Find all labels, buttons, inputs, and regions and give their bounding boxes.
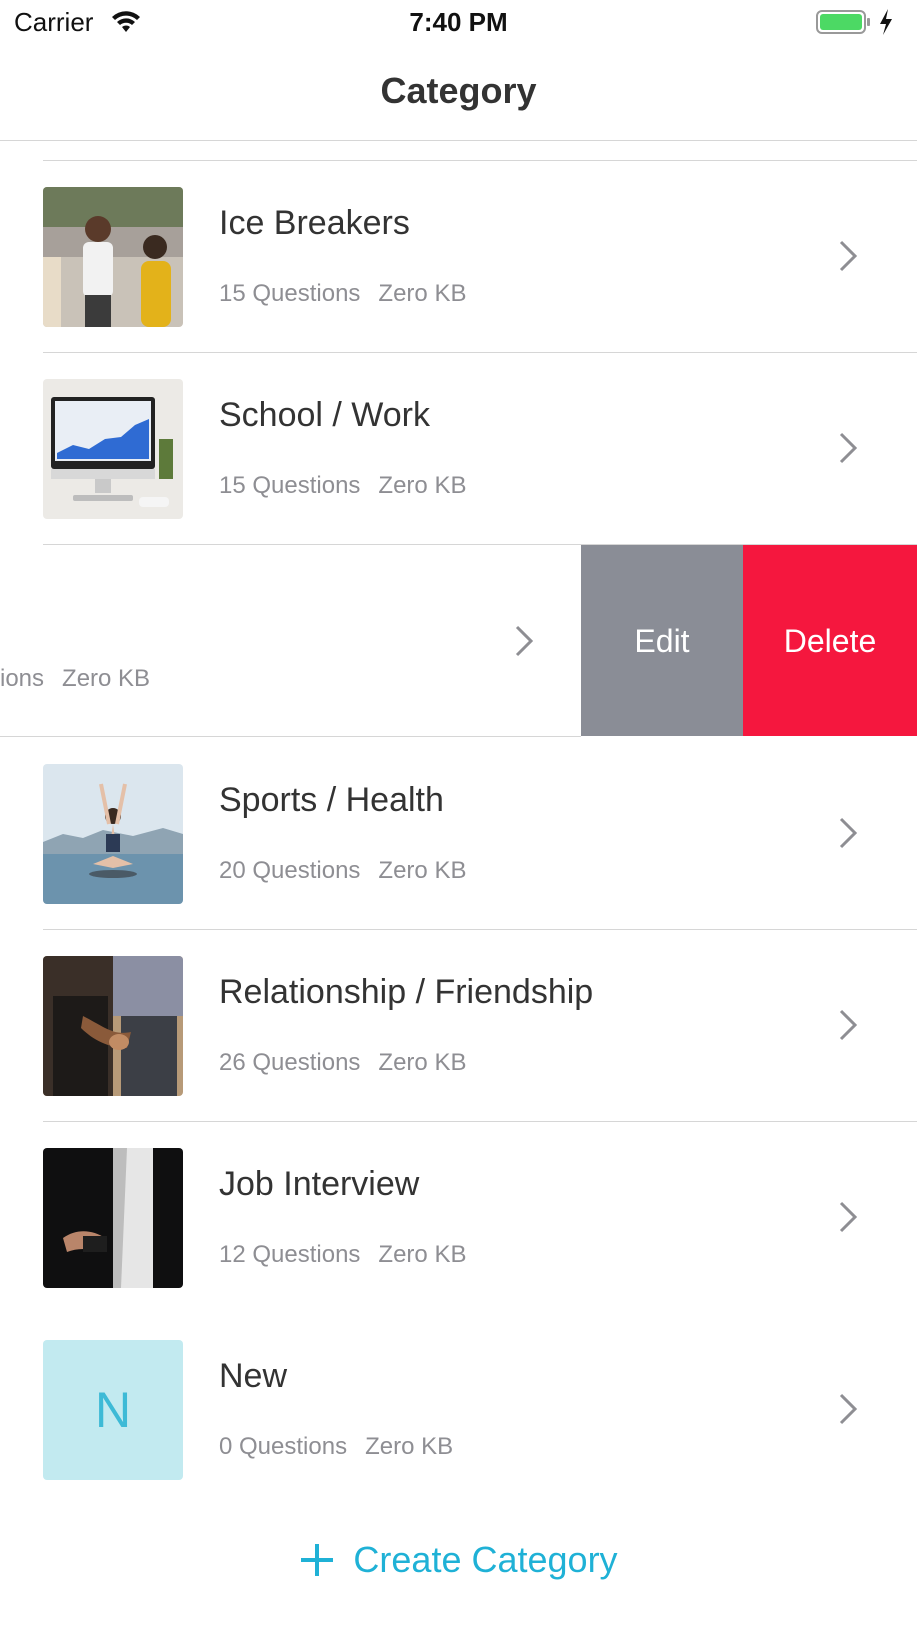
size-label: Zero KB	[365, 1433, 454, 1460]
question-count: 0 Questions	[219, 1433, 348, 1460]
category-title: Ice Breakers	[219, 204, 410, 242]
size-label: Zero KB	[378, 1049, 467, 1076]
size-label: Zero KB	[378, 472, 467, 499]
chevron-right-icon	[839, 1009, 858, 1041]
battery-icon	[816, 10, 870, 34]
question-count: 26 Questions	[219, 1049, 361, 1076]
chevron-right-icon	[515, 625, 534, 657]
size-label: Zero KB	[378, 1241, 467, 1268]
category-meta: 26 Questions Zero KB	[219, 1049, 466, 1077]
photo-couple-icon	[43, 956, 183, 1096]
list-item[interactable]: Relationship / Friendship 26 Questions Ze…	[0, 929, 917, 1121]
photo-people-icon	[43, 187, 183, 327]
swiped-list-item[interactable]: ainment ions Zero KB Edit Delete	[0, 545, 917, 736]
question-count: 15 Questions	[219, 280, 361, 307]
chevron-right-icon	[839, 1393, 858, 1425]
letter-placeholder: N	[43, 1340, 183, 1480]
photo-handshake-icon	[43, 1148, 183, 1288]
clock: 7:40 PM	[409, 7, 508, 37]
list-item-content[interactable]: ainment ions Zero KB	[0, 545, 581, 736]
thumbnail-image	[43, 187, 183, 327]
category-title: Relationship / Friendship	[219, 973, 594, 1011]
chevron-right-icon	[839, 1201, 858, 1233]
category-title: School / Work	[219, 396, 431, 434]
question-count: 20 Questions	[219, 857, 361, 884]
list-item[interactable]: Job Interview 12 Questions Zero KB	[0, 1121, 917, 1313]
category-meta: 0 Questions Zero KB	[219, 1433, 453, 1461]
question-count: 12 Questions	[219, 1241, 361, 1268]
thumbnail-image	[43, 1148, 183, 1288]
photo-yoga-icon	[43, 764, 183, 904]
create-category-button[interactable]: Create Category	[0, 1535, 917, 1585]
question-count: ions	[0, 665, 45, 692]
category-meta: 20 Questions Zero KB	[219, 857, 466, 885]
category-title: New	[219, 1357, 288, 1395]
status-bar: Carrier 7:40 PM	[0, 0, 917, 46]
category-meta: ions Zero KB	[0, 665, 150, 693]
list-item[interactable]: Sports / Health 20 Questions Zero KB	[0, 737, 917, 929]
category-title: ainment	[0, 589, 119, 628]
thumbnail-image	[43, 956, 183, 1096]
size-label: Zero KB	[62, 665, 151, 692]
category-meta: 15 Questions Zero KB	[219, 472, 466, 500]
size-label: Zero KB	[378, 280, 467, 307]
chevron-right-icon	[839, 240, 858, 272]
chevron-right-icon	[839, 432, 858, 464]
edit-button[interactable]: Edit	[581, 545, 743, 736]
size-label: Zero KB	[378, 857, 467, 884]
delete-button[interactable]: Delete	[743, 545, 917, 736]
placeholder-letter: N	[94, 1382, 132, 1438]
chevron-right-icon	[839, 817, 858, 849]
thumbnail-image	[43, 379, 183, 519]
charging-bolt-icon	[880, 9, 892, 35]
thumbnail-image	[43, 764, 183, 904]
photo-computer-icon	[43, 379, 183, 519]
category-meta: 12 Questions Zero KB	[219, 1241, 466, 1269]
page-title: Category	[380, 70, 537, 111]
list-item[interactable]: School / Work 15 Questions Zero KB	[0, 352, 917, 544]
question-count: 15 Questions	[219, 472, 361, 499]
list-item[interactable]: Ice Breakers 15 Questions Zero KB	[0, 160, 917, 352]
create-category-label: Create Category	[353, 1539, 618, 1580]
list-item[interactable]: N New 0 Questions Zero KB	[0, 1313, 917, 1505]
plus-icon	[301, 1544, 334, 1576]
navigation-bar: Category	[0, 46, 917, 141]
category-meta: 15 Questions Zero KB	[219, 280, 466, 308]
category-title: Sports / Health	[219, 781, 444, 819]
category-title: Job Interview	[219, 1165, 420, 1203]
